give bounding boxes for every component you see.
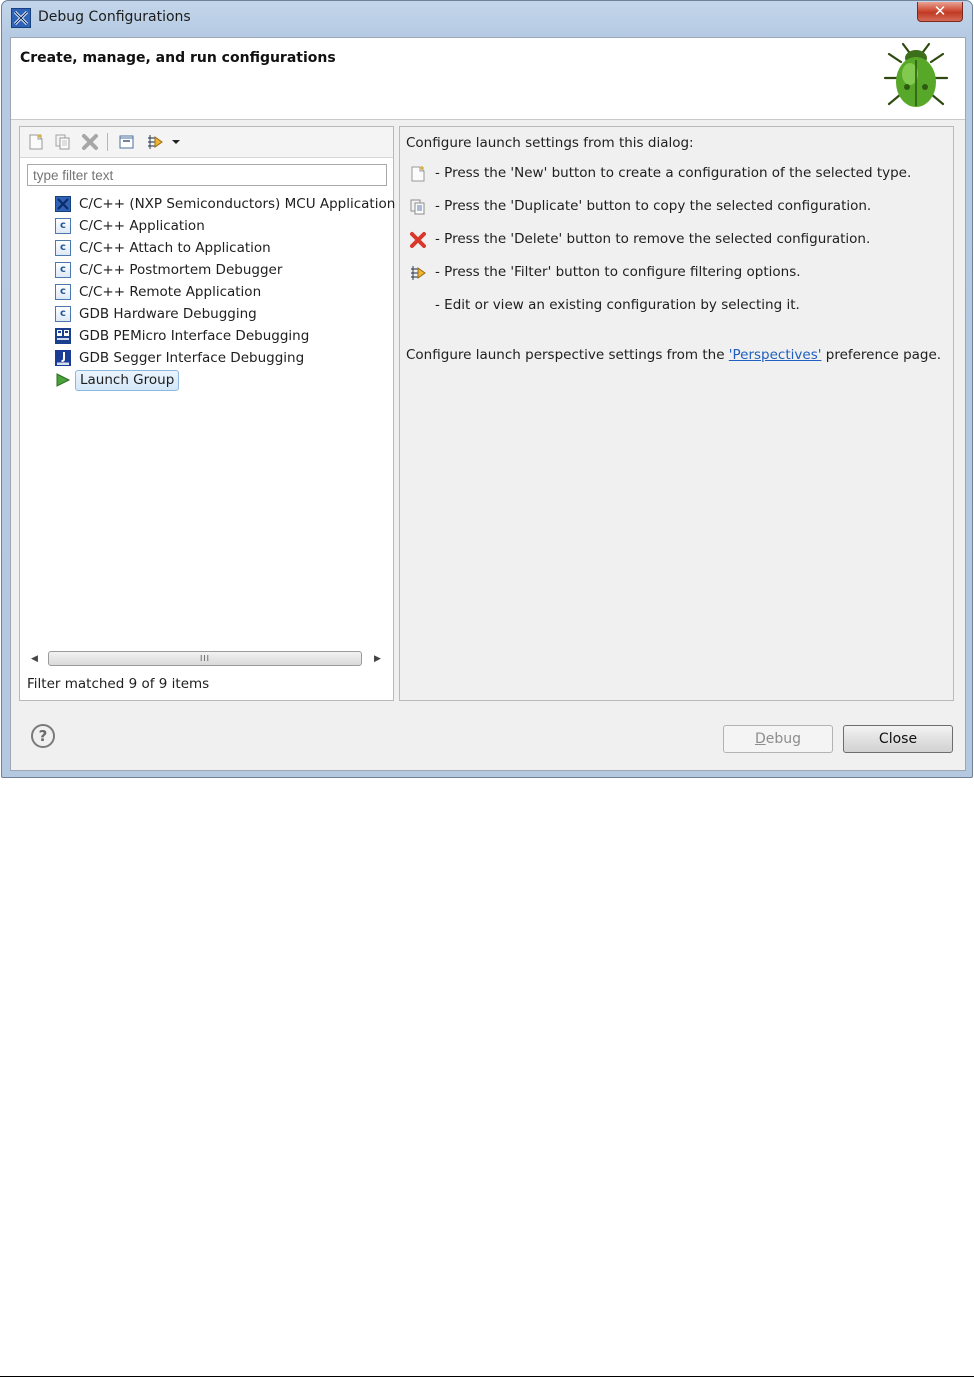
- help-icon[interactable]: ?: [31, 724, 55, 748]
- c-app-icon: c: [55, 240, 71, 256]
- horizontal-scrollbar[interactable]: ◀ III ▶: [26, 650, 388, 668]
- debug-button[interactable]: Debug: [723, 725, 833, 753]
- nxp-mcu-icon: [55, 196, 71, 212]
- filter-input[interactable]: [27, 164, 387, 186]
- title-bar[interactable]: Debug Configurations ✕: [2, 1, 972, 37]
- info-pane: Configure launch settings from this dial…: [399, 126, 954, 701]
- close-button[interactable]: Close: [843, 725, 953, 753]
- page-bottom-rule: [0, 1376, 974, 1377]
- debug-configurations-window: Debug Configurations ✕ Create, manage, a…: [1, 0, 973, 778]
- mcuxpresso-app-icon: [11, 8, 31, 28]
- dialog-client-area: Create, manage, and run configurations t…: [10, 37, 966, 771]
- tree-item-launch-group[interactable]: Launch Group: [52, 369, 393, 391]
- launch-group-icon: [56, 373, 71, 387]
- perspectives-sentence: Configure launch perspective settings fr…: [406, 347, 941, 363]
- tree-item-label: GDB PEMicro Interface Debugging: [79, 328, 310, 344]
- tree-item-label: C/C++ Postmortem Debugger: [79, 262, 283, 278]
- info-line-text: - Edit or view an existing configuration…: [435, 297, 800, 313]
- c-app-icon: c: [55, 284, 71, 300]
- tree-item-attach-to-application[interactable]: c C/C++ Attach to Application: [52, 237, 393, 259]
- duplicate-icon: [410, 199, 425, 215]
- scroll-left-arrow-icon[interactable]: ◀: [26, 650, 43, 668]
- jlink-icon: [55, 350, 71, 366]
- tree-item-label: C/C++ (NXP Semiconductors) MCU Applicati…: [79, 196, 396, 212]
- info-line-text: - Press the 'New' button to create a con…: [435, 165, 912, 181]
- filter-icon: [411, 266, 426, 280]
- new-configuration-icon: [411, 166, 425, 182]
- tree-item-label: C/C++ Attach to Application: [79, 240, 271, 256]
- new-configuration-icon[interactable]: [27, 133, 45, 151]
- c-app-icon: c: [55, 306, 71, 322]
- help-glyph: ?: [38, 727, 48, 745]
- scrollbar-grip: III: [199, 654, 211, 663]
- delete-icon: [410, 232, 426, 248]
- scroll-right-arrow-icon[interactable]: ▶: [369, 650, 386, 668]
- tree-item-label: C/C++ Remote Application: [79, 284, 262, 300]
- window-title: Debug Configurations: [38, 9, 191, 25]
- dialog-banner: Create, manage, and run configurations: [11, 38, 965, 120]
- close-icon: ✕: [933, 2, 947, 20]
- tree-item-label: GDB Segger Interface Debugging: [79, 350, 305, 366]
- tree-item-gdb-hardware-debugging[interactable]: c GDB Hardware Debugging: [52, 303, 393, 325]
- collapse-all-icon[interactable]: [118, 133, 136, 151]
- filter-icon[interactable]: [146, 133, 164, 151]
- perspectives-prefix: Configure launch perspective settings fr…: [406, 347, 729, 363]
- tree-item-nxp-mcu-application[interactable]: C/C++ (NXP Semiconductors) MCU Applicati…: [52, 193, 396, 215]
- tree-item-gdb-segger-debugging[interactable]: GDB Segger Interface Debugging: [52, 347, 393, 369]
- tree-item-remote-application[interactable]: c C/C++ Remote Application: [52, 281, 393, 303]
- debug-bug-icon: [883, 42, 949, 107]
- info-heading: Configure launch settings from this dial…: [406, 135, 694, 151]
- c-app-icon: c: [55, 218, 71, 234]
- window-close-button[interactable]: ✕: [917, 2, 963, 22]
- configuration-tree-pane: C/C++ (NXP Semiconductors) MCU Applicati…: [19, 126, 396, 701]
- delete-icon[interactable]: [81, 133, 99, 151]
- tree-item-gdb-pemicro-debugging[interactable]: GDB PEMicro Interface Debugging: [52, 325, 393, 347]
- tree-item-label: Launch Group: [75, 370, 180, 391]
- scrollbar-thumb[interactable]: III: [48, 651, 362, 666]
- tree-item-label: GDB Hardware Debugging: [79, 306, 257, 322]
- toolbar-separator: [107, 133, 108, 151]
- configuration-tree: C/C++ (NXP Semiconductors) MCU Applicati…: [52, 193, 396, 391]
- tree-item-c-cpp-application[interactable]: c C/C++ Application: [52, 215, 393, 237]
- tree-item-postmortem-debugger[interactable]: c C/C++ Postmortem Debugger: [52, 259, 393, 281]
- perspectives-suffix: preference page.: [821, 347, 942, 363]
- tree-toolbar: [20, 127, 393, 158]
- pemicro-icon: [55, 328, 71, 344]
- c-app-icon: c: [55, 262, 71, 278]
- info-line-text: - Press the 'Duplicate' button to copy t…: [435, 198, 872, 214]
- tree-item-label: C/C++ Application: [79, 218, 205, 234]
- perspectives-link[interactable]: 'Perspectives': [729, 347, 822, 363]
- duplicate-icon[interactable]: [54, 133, 72, 151]
- view-menu-dropdown-icon[interactable]: [170, 133, 182, 151]
- debug-button-label: ebug: [765, 731, 802, 747]
- debug-button-mnemonic: D: [754, 731, 766, 747]
- info-line-text: - Press the 'Filter' button to configure…: [435, 264, 801, 280]
- banner-title: Create, manage, and run configurations: [20, 50, 336, 66]
- info-line-text: - Press the 'Delete' button to remove th…: [435, 231, 871, 247]
- filter-status-text: Filter matched 9 of 9 items: [27, 676, 210, 692]
